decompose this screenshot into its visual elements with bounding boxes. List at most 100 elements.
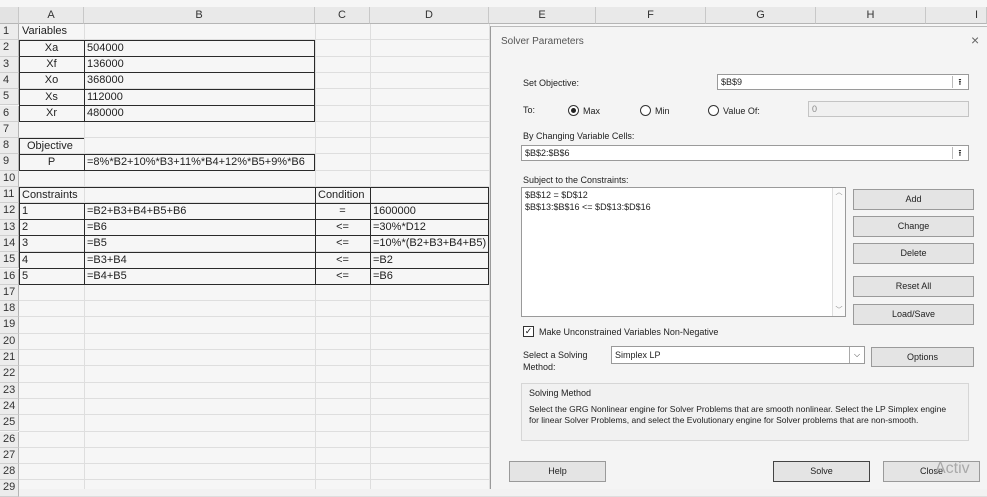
row-header[interactable]: 17 [0, 284, 19, 302]
var-name-cell[interactable]: Xr [19, 106, 84, 121]
scroll-up-icon[interactable]: ︿ [833, 188, 845, 198]
constraint-cond-cell[interactable]: = [315, 204, 370, 219]
constraint-id-cell[interactable]: 3 [19, 236, 28, 251]
load-save-button[interactable]: Load/Save [853, 304, 974, 325]
constraint-lhs-cell[interactable]: =B4+B5 [84, 269, 127, 284]
close-icon[interactable]: × [971, 32, 979, 48]
row-header[interactable]: 23 [0, 382, 19, 399]
row-header[interactable]: 24 [0, 398, 19, 416]
constraints-listbox[interactable]: $B$12 = $D$12 $B$13:$B$16 <= $D$13:$D$16… [521, 187, 846, 317]
row-header[interactable]: 5 [0, 89, 19, 106]
var-value-cell[interactable]: 112000 [84, 90, 123, 105]
row-header[interactable]: 10 [0, 170, 19, 187]
constraint-id-cell[interactable]: 5 [19, 269, 28, 284]
column-header-h[interactable]: H [816, 7, 926, 24]
row-header[interactable]: 22 [0, 366, 19, 383]
row-header[interactable]: 12 [0, 203, 19, 220]
row-header[interactable]: 16 [0, 268, 19, 285]
constraint-lhs-cell[interactable]: =B6 [84, 220, 107, 235]
constraint-cond-cell[interactable]: <= [315, 253, 370, 268]
constraint-id-cell[interactable]: 4 [19, 253, 28, 268]
row-header[interactable]: 19 [0, 317, 19, 334]
collapse-ref-icon[interactable]: ⭱ [952, 76, 967, 88]
constraint-rhs-cell[interactable]: =B6 [370, 269, 393, 284]
row-header[interactable]: 6 [0, 105, 19, 122]
row-header[interactable]: 1 [0, 24, 19, 41]
var-value-cell[interactable]: 136000 [84, 57, 124, 72]
constraint-lhs-cell[interactable]: =B5 [84, 236, 107, 251]
radio-value-of[interactable] [708, 105, 719, 116]
row-header[interactable]: 8 [0, 138, 19, 155]
column-header-a[interactable]: A [19, 7, 84, 24]
nonnegative-label[interactable]: Make Unconstrained Variables Non-Negativ… [539, 327, 718, 337]
row-header[interactable]: 20 [0, 333, 19, 350]
radio-max-label[interactable]: Max [583, 106, 600, 116]
constraint-list-item[interactable]: $B$12 = $D$12 [525, 189, 845, 201]
row-header[interactable]: 14 [0, 235, 19, 253]
scroll-down-icon[interactable]: ﹀ [833, 306, 845, 316]
var-name-cell[interactable]: Xa [19, 41, 84, 56]
constraint-id-cell[interactable]: 2 [19, 220, 28, 235]
row-header[interactable]: 7 [0, 121, 19, 139]
row-header[interactable]: 25 [0, 415, 19, 432]
objective-name-cell[interactable]: P [19, 155, 84, 170]
constraints-header[interactable]: Constraints [19, 188, 78, 203]
constraint-cond-cell[interactable]: <= [315, 236, 370, 251]
options-button[interactable]: Options [871, 347, 974, 367]
column-header-b[interactable]: B [84, 7, 315, 24]
changing-cells-input[interactable]: $B$2:$B$6 ⭱ [521, 145, 969, 161]
radio-min[interactable] [640, 105, 651, 116]
row-header[interactable]: 13 [0, 219, 19, 236]
column-header-e[interactable]: E [489, 7, 596, 24]
column-header-i[interactable]: I [926, 7, 987, 24]
solve-button[interactable]: Solve [773, 461, 870, 482]
row-header[interactable]: 4 [0, 72, 19, 90]
row-header[interactable]: 3 [0, 56, 19, 73]
add-button[interactable]: Add [853, 189, 974, 210]
constraint-rhs-cell[interactable]: =10%*(B2+B3+B4+B5) [370, 236, 486, 251]
constraint-list-item[interactable]: $B$13:$B$16 <= $D$13:$D$16 [525, 201, 845, 213]
constraint-rhs-cell[interactable]: =B2 [370, 253, 393, 268]
objective-header[interactable]: Objective [24, 139, 73, 154]
nonnegative-checkbox[interactable]: ✓ [523, 326, 534, 337]
row-header[interactable]: 11 [0, 187, 19, 204]
delete-button[interactable]: Delete [853, 243, 974, 264]
column-header-f[interactable]: F [596, 7, 706, 24]
constraint-cond-cell[interactable]: <= [315, 220, 370, 235]
row-header[interactable]: 15 [0, 252, 19, 269]
collapse-ref-icon[interactable]: ⭱ [952, 147, 967, 159]
row-header[interactable]: 9 [0, 154, 19, 171]
column-header-d[interactable]: D [370, 7, 489, 24]
solving-method-select[interactable]: Simplex LP ⌵ [611, 346, 865, 364]
var-name-cell[interactable]: Xf [19, 57, 84, 72]
constraint-rhs-cell[interactable]: 1600000 [370, 204, 416, 219]
help-button[interactable]: Help [509, 461, 606, 482]
change-button[interactable]: Change [853, 216, 974, 237]
var-value-cell[interactable]: 480000 [84, 106, 124, 121]
constraint-id-cell[interactable]: 1 [19, 204, 28, 219]
radio-min-label[interactable]: Min [655, 106, 670, 116]
var-name-cell[interactable]: Xo [19, 73, 84, 88]
listbox-scrollbar[interactable]: ︿ ﹀ [832, 188, 845, 316]
column-header-g[interactable]: G [706, 7, 816, 24]
row-header[interactable]: 21 [0, 350, 19, 367]
constraint-lhs-cell[interactable]: =B3+B4 [84, 253, 127, 268]
row-header[interactable]: 18 [0, 301, 19, 318]
radio-max[interactable] [568, 105, 579, 116]
var-name-cell[interactable]: Xs [19, 90, 84, 105]
row-header[interactable]: 27 [0, 447, 19, 465]
objective-formula-cell[interactable]: =8%*B2+10%*B3+11%*B4+12%*B5+9%*B6 [84, 155, 305, 170]
constraint-lhs-cell[interactable]: =B2+B3+B4+B5+B6 [84, 204, 186, 219]
var-value-cell[interactable]: 504000 [84, 41, 124, 56]
constraint-rhs-cell[interactable]: =30%*D12 [370, 220, 426, 235]
row-header[interactable]: 28 [0, 464, 19, 481]
column-header-c[interactable]: C [315, 7, 370, 24]
row-header[interactable]: 26 [0, 431, 19, 448]
condition-header[interactable]: Condition [315, 188, 364, 203]
radio-value-of-label[interactable]: Value Of: [723, 106, 760, 116]
select-all-corner[interactable] [0, 7, 19, 24]
var-value-cell[interactable]: 368000 [84, 73, 124, 88]
variables-header[interactable]: Variables [19, 24, 67, 39]
constraint-cond-cell[interactable]: <= [315, 269, 370, 284]
reset-all-button[interactable]: Reset All [853, 276, 974, 297]
